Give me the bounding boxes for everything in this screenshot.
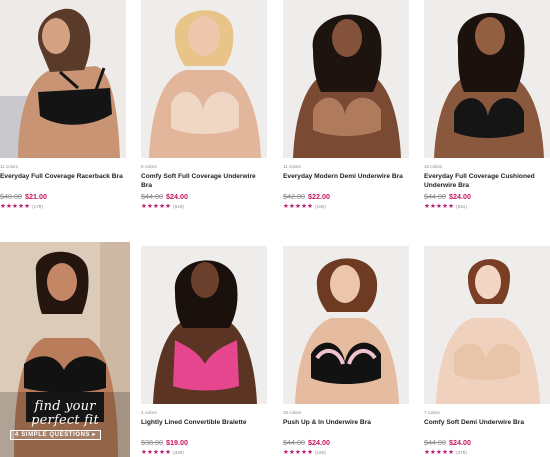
- sale-price: $21.00: [24, 192, 47, 201]
- product-card[interactable]: 4 colors Lightly Lined Convertible Brale…: [141, 246, 267, 457]
- price-row: $44.00 $24.00: [424, 438, 550, 448]
- review-count: (449): [173, 450, 184, 455]
- rating-row[interactable]: ★★★★★ (449): [141, 449, 267, 457]
- star-rating-icon: ★★★★★: [424, 203, 455, 210]
- original-price: $40.00: [0, 192, 22, 201]
- rating-row[interactable]: ★★★★★ (160): [283, 449, 409, 457]
- color-count: 10 colors: [424, 164, 443, 169]
- review-count: (619): [173, 204, 184, 209]
- promo-title: find your perfect fit: [0, 400, 130, 428]
- price-row: $42.00 $22.00: [283, 192, 409, 202]
- sale-price: $19.00: [165, 438, 188, 447]
- promo-title-line: perfect fit: [31, 413, 99, 428]
- product-name[interactable]: Push Up & In Underwire Bra: [283, 418, 409, 436]
- product-card[interactable]: 11 colors Everyday Full Coverage Racerba…: [0, 0, 126, 211]
- product-card[interactable]: 16 colors Push Up & In Underwire Bra $44…: [283, 246, 409, 457]
- sale-price: $22.00: [307, 192, 330, 201]
- promo-title-line: find your: [34, 399, 96, 414]
- color-count: 7 colors: [424, 410, 440, 415]
- original-price: $44.00: [283, 438, 305, 447]
- product-image[interactable]: [283, 246, 409, 404]
- product-name[interactable]: Lightly Lined Convertible Bralette: [141, 418, 267, 436]
- product-image[interactable]: [141, 246, 267, 404]
- product-card[interactable]: 10 colors Everyday Full Coverage Cushion…: [424, 0, 550, 211]
- original-price: $44.00: [141, 192, 163, 201]
- color-count: 16 colors: [283, 410, 302, 415]
- original-price: $44.00: [424, 192, 446, 201]
- review-count: (378): [456, 450, 467, 455]
- original-price: $44.00: [424, 438, 446, 447]
- rating-row[interactable]: ★★★★★ (178): [0, 203, 126, 211]
- review-count: (178): [32, 204, 43, 209]
- color-count: 11 colors: [283, 164, 301, 169]
- star-rating-icon: ★★★★★: [141, 449, 172, 456]
- color-count: 8 colors: [141, 164, 157, 169]
- product-image[interactable]: [283, 0, 409, 158]
- original-price: $42.00: [283, 192, 305, 201]
- review-count: (180): [315, 204, 326, 209]
- price-row: $44.00 $24.00: [424, 192, 550, 202]
- product-image[interactable]: [0, 0, 126, 158]
- rating-row[interactable]: ★★★★★ (180): [283, 203, 409, 211]
- rating-row[interactable]: ★★★★★ (551): [424, 203, 550, 211]
- star-rating-icon: ★★★★★: [424, 449, 455, 456]
- product-card[interactable]: 7 colors Comfy Soft Demi Underwire Bra $…: [424, 246, 550, 457]
- sale-price: $24.00: [165, 192, 188, 201]
- color-count: 4 colors: [141, 410, 157, 415]
- review-count: (160): [315, 450, 326, 455]
- sale-price: $24.00: [307, 438, 330, 447]
- product-name[interactable]: Everyday Full Coverage Cushioned Underwi…: [424, 172, 550, 190]
- price-row: $44.00 $24.00: [283, 438, 409, 448]
- product-card[interactable]: 11 colors Everyday Modern Demi Underwire…: [283, 0, 409, 211]
- fit-quiz-button[interactable]: 4 SIMPLE QUESTIONS ▸: [10, 430, 102, 440]
- color-count: 11 colors: [0, 164, 18, 169]
- product-card[interactable]: 8 colors Comfy Soft Full Coverage Underw…: [141, 0, 267, 211]
- rating-row[interactable]: ★★★★★ (619): [141, 203, 267, 211]
- review-count: (551): [456, 204, 467, 209]
- rating-row[interactable]: ★★★★★ (378): [424, 449, 550, 457]
- price-row: $40.00 $21.00: [0, 192, 126, 202]
- product-name[interactable]: Comfy Soft Full Coverage Underwire Bra: [141, 172, 267, 190]
- product-image[interactable]: [424, 246, 550, 404]
- product-image[interactable]: [141, 0, 267, 158]
- fit-quiz-banner[interactable]: find your perfect fit 4 SIMPLE QUESTIONS…: [0, 242, 130, 457]
- price-row: $44.00 $24.00: [141, 192, 267, 202]
- product-name[interactable]: Everyday Full Coverage Racerback Bra: [0, 172, 126, 190]
- original-price: $38.00: [141, 438, 163, 447]
- price-row: $38.00 $19.00: [141, 438, 267, 448]
- star-rating-icon: ★★★★★: [283, 203, 314, 210]
- product-image[interactable]: [424, 0, 550, 158]
- star-rating-icon: ★★★★★: [141, 203, 172, 210]
- star-rating-icon: ★★★★★: [0, 203, 31, 210]
- star-rating-icon: ★★★★★: [283, 449, 314, 456]
- sale-price: $24.00: [448, 192, 471, 201]
- product-name[interactable]: Comfy Soft Demi Underwire Bra: [424, 418, 550, 436]
- product-name[interactable]: Everyday Modern Demi Underwire Bra: [283, 172, 409, 190]
- sale-price: $24.00: [448, 438, 471, 447]
